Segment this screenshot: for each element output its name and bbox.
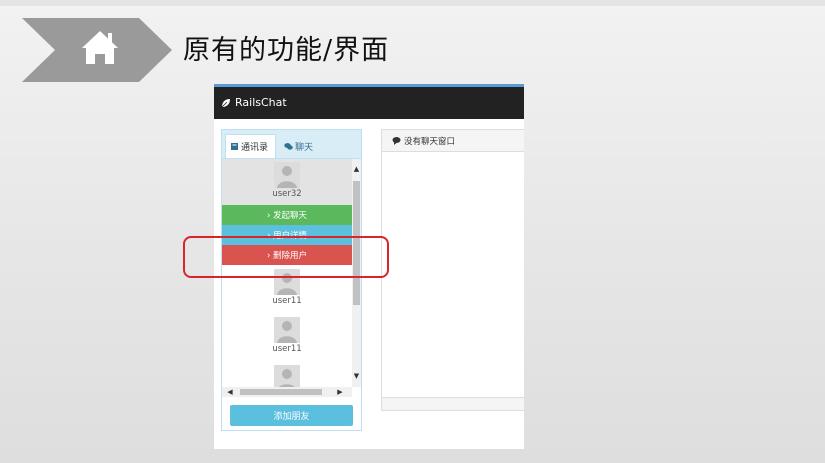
slide-top-band — [0, 0, 825, 6]
tab-chat-label: 聊天 — [295, 142, 314, 153]
leaf-icon — [221, 98, 230, 107]
scroll-left-icon[interactable]: ◀ — [225, 387, 235, 397]
annotation-highlight-box — [183, 236, 389, 278]
comment-icon — [392, 137, 401, 145]
scroll-down-icon[interactable]: ▼ — [352, 371, 361, 381]
scroll-right-icon[interactable]: ▶ — [335, 387, 345, 397]
chat-panel: 没有聊天窗口 — [381, 129, 524, 411]
user-icon — [277, 321, 297, 343]
brand-label: RailsChat — [235, 96, 287, 109]
tab-contacts[interactable]: 通讯录 — [225, 134, 276, 158]
tab-chat[interactable]: 聊天 — [280, 134, 320, 158]
user-name: user32 — [272, 189, 302, 199]
add-friend-button[interactable]: 添加朋友 — [230, 405, 353, 426]
chat-panel-title: 没有聊天窗口 — [404, 136, 456, 147]
tab-contacts-label: 通讯录 — [241, 143, 269, 153]
chat-panel-footer — [382, 397, 524, 410]
horizontal-scroll-thumb[interactable] — [240, 389, 322, 395]
slide-title: 原有的功能/界面 — [183, 35, 390, 66]
navbar: RailsChat — [214, 87, 524, 119]
avatar — [274, 317, 300, 343]
start-chat-button[interactable]: › 发起聊天 — [222, 205, 352, 225]
avatar — [274, 162, 300, 188]
horizontal-scrollbar[interactable]: ◀ ▶ — [222, 387, 352, 397]
book-icon — [231, 143, 238, 150]
home-icon[interactable] — [79, 27, 121, 69]
user-name: user11 — [272, 296, 302, 306]
scroll-up-icon[interactable]: ▲ — [352, 164, 361, 174]
user-icon — [277, 166, 297, 188]
contacts-panel: 通讯录 聊天 user32 › 发起聊天 › 用户详情 › 删除用户 user1… — [221, 129, 362, 431]
brand[interactable]: RailsChat — [221, 96, 287, 109]
chat-panel-header: 没有聊天窗口 — [382, 130, 524, 152]
comments-icon — [284, 142, 293, 150]
user-icon — [279, 369, 295, 387]
avatar — [274, 365, 300, 387]
panel-tabs: 通讯录 聊天 — [222, 130, 361, 159]
user-name: user11 — [272, 344, 302, 354]
